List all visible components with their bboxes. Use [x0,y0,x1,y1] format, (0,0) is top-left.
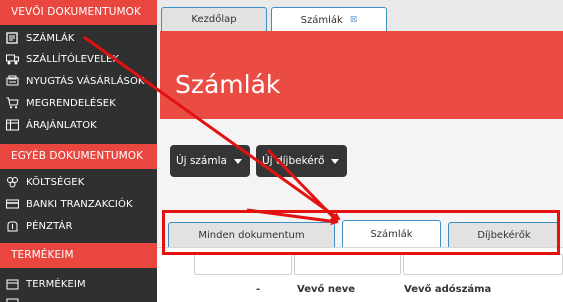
section-header-customer-docs: VEVŐI DOKUMENTUMOK [0,0,157,25]
sidebar-item-bank-transactions[interactable]: BANKI TRANZAKCIÓK [0,193,157,215]
filter-input[interactable] [194,254,292,275]
product-icon [5,277,19,291]
truck-icon [5,52,19,66]
sidebar-item-product-list[interactable] [0,293,157,302]
tab-home[interactable]: Kezdőlap [161,7,267,31]
product-list-icon [5,297,19,302]
column-header[interactable]: Vevő adószáma [404,284,491,295]
sidebar-item-quotes[interactable]: ÁRAJÁNLATOK [0,114,157,136]
highlight-box [162,210,560,255]
bank-icon [5,197,19,211]
app-window: VEVŐI DOKUMENTUMOK SZÁMLÁK SZÁLLÍTÓLEVEL… [0,0,563,302]
quote-icon [5,118,19,132]
new-invoice-button[interactable]: Új számla [170,145,250,177]
column-header[interactable]: Vevő neve [297,284,355,295]
column-header[interactable]: - [256,284,260,295]
sidebar-item-cash-register[interactable]: PÉNZTÁR [0,215,157,237]
page-header: Számlák [160,31,563,119]
chevron-down-icon [233,158,242,164]
chevron-down-icon [331,158,340,164]
costs-icon [5,175,19,189]
sidebar: VEVŐI DOKUMENTUMOK SZÁMLÁK SZÁLLÍTÓLEVEL… [0,0,157,302]
new-request-label: Új díjbekérő [262,155,325,167]
tab-bar: Kezdőlap Számlák ⊠ [157,0,563,32]
filter-input[interactable] [403,254,563,275]
receipt-icon [5,74,19,88]
tab-invoices[interactable]: Számlák ⊠ [271,7,387,32]
document-table: - Vevő neve Vevő adószáma [157,247,563,302]
sidebar-item-label: KÖLTSÉGEK [26,176,85,188]
cash-register-icon [5,219,19,233]
sidebar-item-products[interactable]: TERMÉKEIM [0,273,157,295]
tab-label: Számlák [300,14,343,26]
sidebar-item-label: SZÁLLÍTÓLEVELEK [26,53,120,65]
filter-input[interactable] [294,254,401,275]
sidebar-item-label: BANKI TRANZAKCIÓK [26,198,133,210]
cart-icon [5,96,19,110]
main-content: Kezdőlap Számlák ⊠ Számlák Új számla Új … [157,0,563,302]
sidebar-item-label: ÁRAJÁNLATOK [26,119,97,131]
sidebar-item-label: SZÁMLÁK [26,32,75,44]
sidebar-item-label: NYUGTÁS VÁSÁRLÁSOK [26,75,145,87]
new-invoice-label: Új számla [176,155,227,167]
sidebar-item-label: TERMÉKEIM [26,278,86,290]
section-header-products: TERMÉKEIM [0,243,157,268]
sidebar-item-receipt-purchases[interactable]: NYUGTÁS VÁSÁRLÁSOK [0,70,157,92]
sidebar-item-orders[interactable]: MEGRENDELÉSEK [0,92,157,114]
sidebar-item-costs[interactable]: KÖLTSÉGEK [0,171,157,193]
section-header-other-docs: EGYÉB DOKUMENTUMOK [0,144,157,169]
sidebar-item-invoices[interactable]: SZÁMLÁK [0,27,157,49]
sidebar-item-delivery-notes[interactable]: SZÁLLÍTÓLEVELEK [0,48,157,70]
tab-label: Kezdőlap [191,14,237,25]
sidebar-item-label: MEGRENDELÉSEK [26,97,116,109]
new-request-button[interactable]: Új díjbekérő [256,145,347,177]
page-title: Számlák [175,70,281,99]
invoice-icon [5,31,19,45]
close-icon[interactable]: ⊠ [350,15,358,25]
sidebar-item-label: PÉNZTÁR [26,220,73,232]
